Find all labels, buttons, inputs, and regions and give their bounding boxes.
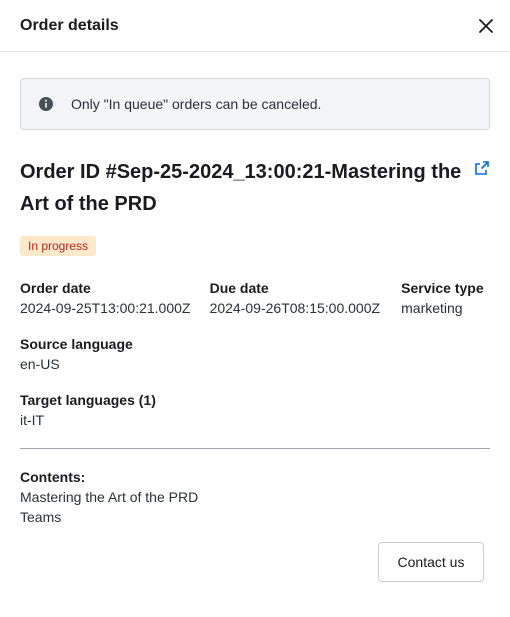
target-languages-value: it-IT [20, 412, 45, 428]
service-type-value: marketing [401, 300, 463, 316]
due-date-field: Due date 2024-09-26T08:15:00.000Z [210, 278, 402, 318]
target-languages-label: Target languages (1) [20, 392, 156, 408]
close-icon [479, 18, 493, 33]
contact-us-button[interactable]: Contact us [378, 542, 484, 582]
status-badge: In progress [20, 236, 97, 256]
info-banner: Only "In queue" orders can be canceled. [20, 78, 490, 130]
due-date-value: 2024-09-26T08:15:00.000Z [209, 300, 381, 316]
info-banner-message: Only "In queue" orders can be canceled. [71, 96, 322, 112]
close-button[interactable] [474, 14, 498, 38]
order-date-field: Order date 2024-09-25T13:00:21.000Z [20, 278, 210, 318]
external-link-button[interactable] [474, 160, 490, 176]
source-language-field: Source language en-US [20, 334, 490, 374]
service-type-label: Service type [401, 280, 484, 296]
order-date-value: 2024-09-25T13:00:21.000Z [20, 300, 191, 316]
contents-section: Contents: Mastering the Art of the PRD T… [20, 467, 490, 527]
service-type-field: Service type marketing [401, 278, 490, 318]
order-details-dialog: Order details Only "In queue" orders can… [0, 0, 510, 617]
contents-item: Teams [20, 509, 62, 525]
external-link-icon [475, 161, 489, 175]
info-icon [37, 95, 55, 113]
contents-label: Contents: [20, 469, 86, 485]
dialog-title: Order details [20, 16, 119, 34]
source-language-value: en-US [20, 356, 60, 372]
order-date-label: Order date [20, 280, 91, 296]
due-date-label: Due date [209, 280, 269, 296]
order-title: Order ID #Sep-25-2024_13:00:21-Mastering… [20, 161, 462, 215]
divider [20, 448, 490, 449]
target-languages-field: Target languages (1) it-IT [20, 390, 490, 430]
source-language-label: Source language [20, 336, 133, 352]
dialog-header: Order details [0, 0, 510, 52]
contents-item: Mastering the Art of the PRD [20, 489, 199, 505]
